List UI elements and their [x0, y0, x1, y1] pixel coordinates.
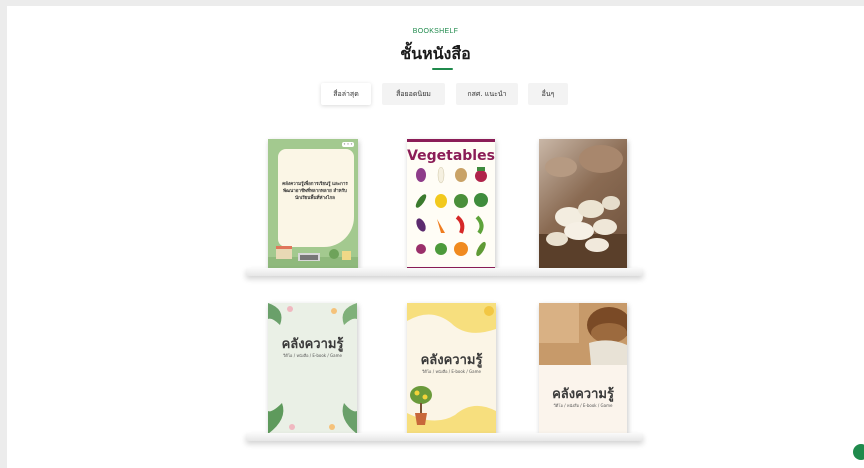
vegetables-grid-icon: [415, 167, 488, 257]
mushroom-photo-icon: [539, 145, 627, 270]
book-cover-5[interactable]: คลังความรู้ วีดีโอ / หนังสือ / E-book / …: [407, 303, 496, 434]
book-title: คลังความรู้: [552, 387, 614, 402]
category-tabs: สื่อล่าสุด สื่อยอดนิยม กสศ. แนะนำ อื่นๆ: [7, 83, 864, 105]
bookshelf-section: BOOKSHELF ชั้นหนังสือ สื่อล่าสุด สื่อยอด…: [7, 6, 864, 468]
book-cover-6[interactable]: คลังความรู้ วีดีโอ / หนังสือ / E-book / …: [539, 303, 627, 434]
mushroom-photo-icon: [539, 303, 627, 434]
book-title: คลังความรู้: [281, 337, 344, 352]
book-title: คลังความรู้: [420, 353, 483, 368]
book-cover-2[interactable]: Vegetables: [407, 139, 495, 270]
shelf-top: [246, 268, 643, 276]
section-eyebrow: BOOKSHELF: [412, 28, 459, 35]
book-subtitle: วีดีโอ / หนังสือ / E-book / Game: [553, 403, 613, 408]
title-underline: [432, 68, 453, 70]
book-cover-1[interactable]: ✦ ✦ ✦ คลังความรู้เพื่อการเรียนรู้ และการ…: [268, 139, 358, 269]
tab-popular[interactable]: สื่อยอดนิยม: [382, 83, 445, 105]
book-subtitle: วีดีโอ / หนังสือ / E-book / Game: [283, 353, 342, 358]
book-cover-3[interactable]: [539, 139, 627, 270]
tab-other[interactable]: อื่นๆ: [528, 83, 568, 105]
book-cover-4[interactable]: คลังความรู้ วีดีโอ / หนังสือ / E-book / …: [268, 303, 357, 434]
book-subtitle: วีดีโอ / หนังสือ / E-book / Game: [422, 369, 481, 374]
desk-illustration-icon: [268, 246, 358, 269]
shelf-bottom: [246, 433, 643, 441]
tab-latest[interactable]: สื่อล่าสุด: [321, 83, 371, 105]
chat-icon[interactable]: [853, 444, 864, 460]
book-title: Vegetables: [407, 148, 495, 164]
badge-icon: ✦ ✦ ✦: [342, 142, 354, 147]
leaves-border-icon: [268, 303, 357, 434]
tab-recommended[interactable]: กสศ. แนะนำ: [456, 83, 518, 105]
book-title: คลังความรู้เพื่อการเรียนรู้ และการพัฒนาอ…: [282, 182, 348, 201]
page-title: ชั้นหนังสือ: [400, 44, 471, 63]
